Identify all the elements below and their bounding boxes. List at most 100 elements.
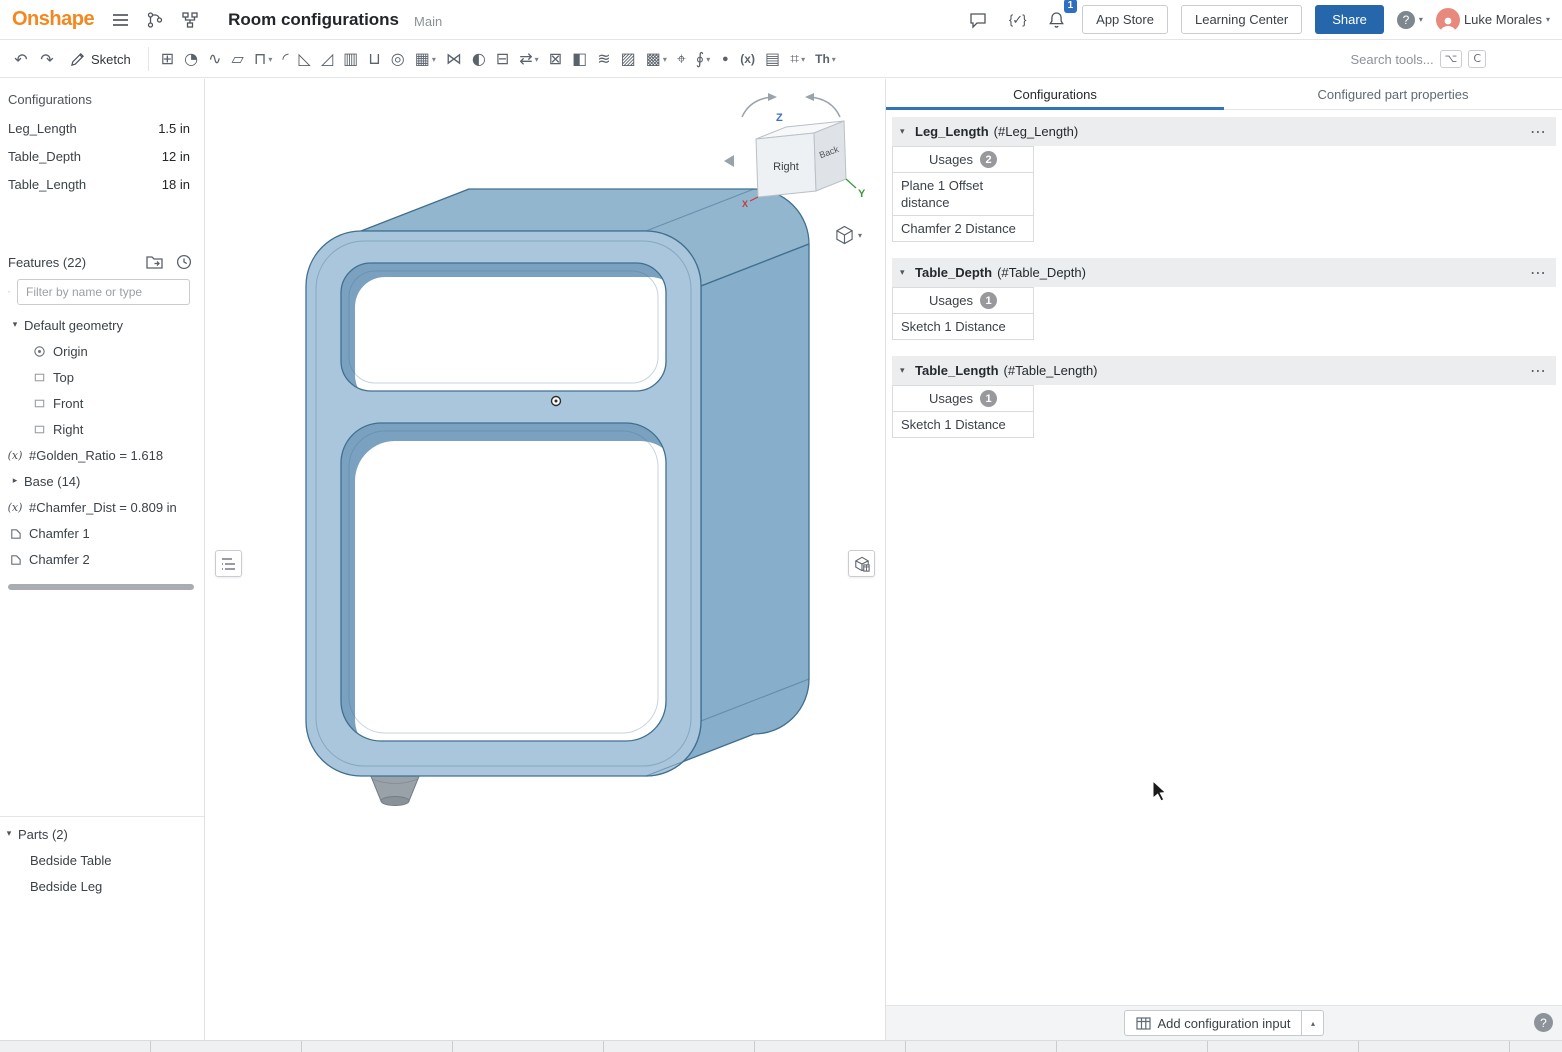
part-item-bedside-leg[interactable]: Bedside Leg bbox=[0, 873, 204, 899]
configuration-value[interactable]: 18 in bbox=[162, 177, 190, 192]
learning-center-button[interactable]: Learning Center bbox=[1181, 5, 1302, 34]
extrude-button[interactable]: ⊞ bbox=[156, 45, 179, 73]
view-orientation-button[interactable]: ▾ bbox=[835, 225, 862, 245]
rib-button[interactable]: ▥ bbox=[338, 45, 363, 73]
app-store-button[interactable]: App Store bbox=[1082, 5, 1168, 34]
document-settings-button[interactable] bbox=[177, 7, 203, 33]
3d-model-bedside-table[interactable] bbox=[206, 79, 884, 1040]
origin-marker[interactable] bbox=[552, 397, 561, 406]
configuration-value[interactable]: 12 in bbox=[162, 149, 190, 164]
usage-row-sketch-1-distance[interactable]: Sketch 1 Distance bbox=[892, 412, 1034, 438]
filter-funnel-icon[interactable] bbox=[8, 285, 10, 299]
tab-configured-part-properties[interactable]: Configured part properties bbox=[1224, 79, 1562, 109]
mate-connector-button[interactable]: ⌖ bbox=[672, 45, 691, 73]
configuration-row-table-depth[interactable]: Table_Depth12 in bbox=[0, 142, 204, 170]
split-button[interactable]: ⊟ bbox=[491, 45, 514, 73]
chamfer-button[interactable]: ◺ bbox=[294, 45, 316, 73]
custom-thread-dropdown-caret[interactable]: ▾ bbox=[832, 55, 836, 64]
sheet-metal-button[interactable]: ⌗▾ bbox=[785, 45, 810, 73]
view-cube-front-label[interactable]: Right bbox=[773, 161, 799, 173]
view-cube[interactable]: Right Back Z Y X bbox=[716, 87, 868, 223]
section-menu-button[interactable]: ⋯ bbox=[1528, 263, 1548, 282]
tab-configurations[interactable]: Configurations bbox=[886, 79, 1224, 109]
sweep-button[interactable]: ∿ bbox=[203, 45, 226, 73]
help-icon[interactable]: ? bbox=[1534, 1013, 1553, 1032]
draft-button[interactable]: ◿ bbox=[316, 45, 338, 73]
versions-button[interactable] bbox=[142, 7, 168, 33]
configuration-row-table-length[interactable]: Table_Length18 in bbox=[0, 170, 204, 198]
revolve-button[interactable]: ◔ bbox=[179, 45, 203, 73]
rollback-history-icon[interactable] bbox=[176, 254, 192, 270]
parts-header[interactable]: ▾ Parts (2) bbox=[0, 821, 204, 847]
create-folder-icon[interactable] bbox=[146, 254, 163, 269]
tree-item-default-geometry[interactable]: ▾Default geometry bbox=[0, 312, 204, 338]
configuration-value[interactable]: 1.5 in bbox=[158, 121, 190, 136]
config-section-header-leg-length[interactable]: ▾Leg_Length(#Leg_Length)⋯ bbox=[892, 117, 1556, 146]
undo-button[interactable]: ↶ bbox=[8, 45, 34, 73]
add-configuration-dropdown-caret[interactable]: ▴ bbox=[1301, 1011, 1323, 1035]
part-item-bedside-table[interactable]: Bedside Table bbox=[0, 847, 204, 873]
move-face-button[interactable]: ◧ bbox=[567, 45, 592, 73]
graphics-viewport[interactable]: Right Back Z Y X ▾ bbox=[206, 79, 884, 1040]
shell-button[interactable]: ⊔ bbox=[363, 45, 385, 73]
tree-item-golden-ratio-1-618[interactable]: (x)#Golden_Ratio = 1.618 bbox=[0, 442, 204, 468]
thicken-dropdown-caret[interactable]: ▾ bbox=[268, 55, 272, 64]
rotate-left-arrow-icon[interactable] bbox=[742, 97, 772, 117]
config-section-header-table-length[interactable]: ▾Table_Length(#Table_Length)⋯ bbox=[892, 356, 1556, 385]
comments-button[interactable] bbox=[965, 7, 991, 33]
mirror-button[interactable]: ⋈ bbox=[441, 45, 467, 73]
section-collapse-icon[interactable]: ▾ bbox=[900, 127, 915, 137]
fill-surface-dropdown-caret[interactable]: ▾ bbox=[663, 55, 667, 64]
custom-thread-button[interactable]: Th▾ bbox=[810, 45, 841, 73]
configuration-row-leg-length[interactable]: Leg_Length1.5 in bbox=[0, 114, 204, 142]
tree-item-chamfer-2[interactable]: Chamfer 2 bbox=[0, 546, 204, 572]
add-configuration-input-button[interactable]: Add configuration input ▴ bbox=[1124, 1010, 1325, 1036]
point-button[interactable]: ∙ bbox=[715, 45, 735, 73]
delete-face-button[interactable]: ⊠ bbox=[544, 45, 567, 73]
fill-surface-button[interactable]: ▩▾ bbox=[641, 45, 672, 73]
pan-left-arrow-icon[interactable] bbox=[724, 155, 734, 167]
sketch-button[interactable]: Sketch bbox=[60, 44, 141, 74]
chevron-down-icon[interactable]: ▾ bbox=[858, 231, 862, 240]
offset-surface-button[interactable]: ≋ bbox=[592, 45, 615, 73]
boolean-button[interactable]: ◐ bbox=[467, 45, 491, 73]
search-tools-button[interactable]: Search tools... ⌥ C bbox=[1351, 50, 1554, 68]
user-menu-button[interactable]: Luke Morales ▾ bbox=[1436, 8, 1550, 32]
help-menu-button[interactable]: ? ▾ bbox=[1397, 11, 1423, 29]
collapse-caret-icon[interactable]: ▾ bbox=[6, 320, 24, 330]
tree-item-right[interactable]: Right bbox=[0, 416, 204, 442]
tree-item-front[interactable]: Front bbox=[0, 390, 204, 416]
feature-check-button[interactable]: {✓} bbox=[1004, 7, 1030, 33]
configuration-panel-toggle-button[interactable] bbox=[848, 550, 875, 577]
section-menu-button[interactable]: ⋯ bbox=[1528, 122, 1548, 141]
hole-button[interactable]: ◎ bbox=[386, 45, 410, 73]
linear-pattern-button[interactable]: ▦▾ bbox=[410, 45, 441, 73]
expand-caret-icon[interactable]: ▸ bbox=[6, 476, 24, 486]
variable-button[interactable]: (x) bbox=[735, 45, 760, 73]
config-section-header-table-depth[interactable]: ▾Table_Depth(#Table_Depth)⋯ bbox=[892, 258, 1556, 287]
tree-item-origin[interactable]: Origin bbox=[0, 338, 204, 364]
helix-button[interactable]: ∮▾ bbox=[691, 45, 715, 73]
tree-item-top[interactable]: Top bbox=[0, 364, 204, 390]
boundary-surface-button[interactable]: ▨ bbox=[616, 45, 641, 73]
workspace-name[interactable]: Main bbox=[414, 14, 442, 29]
section-menu-button[interactable]: ⋯ bbox=[1528, 361, 1548, 380]
section-collapse-icon[interactable]: ▾ bbox=[900, 268, 915, 278]
feature-filter-input[interactable] bbox=[17, 279, 190, 305]
feature-list-toggle-button[interactable] bbox=[215, 550, 242, 577]
derived-button[interactable]: ▤ bbox=[760, 45, 785, 73]
loft-button[interactable]: ▱ bbox=[227, 45, 249, 73]
redo-button[interactable]: ↷ bbox=[34, 45, 60, 73]
tree-item-base-14[interactable]: ▸Base (14) bbox=[0, 468, 204, 494]
transform-button[interactable]: ⇄▾ bbox=[514, 45, 543, 73]
usage-row-sketch-1-distance[interactable]: Sketch 1 Distance bbox=[892, 314, 1034, 340]
section-collapse-icon[interactable]: ▾ bbox=[900, 366, 915, 376]
main-menu-button[interactable] bbox=[107, 7, 133, 33]
usage-row-chamfer-2-distance[interactable]: Chamfer 2 Distance bbox=[892, 216, 1034, 242]
horizontal-scrollbar[interactable] bbox=[8, 584, 194, 590]
tree-item-chamfer-1[interactable]: Chamfer 1 bbox=[0, 520, 204, 546]
document-tabs-bar[interactable] bbox=[0, 1040, 1562, 1052]
collapse-caret-icon[interactable]: ▾ bbox=[0, 829, 18, 839]
fillet-button[interactable]: ◜ bbox=[277, 45, 293, 73]
helix-dropdown-caret[interactable]: ▾ bbox=[706, 55, 710, 64]
